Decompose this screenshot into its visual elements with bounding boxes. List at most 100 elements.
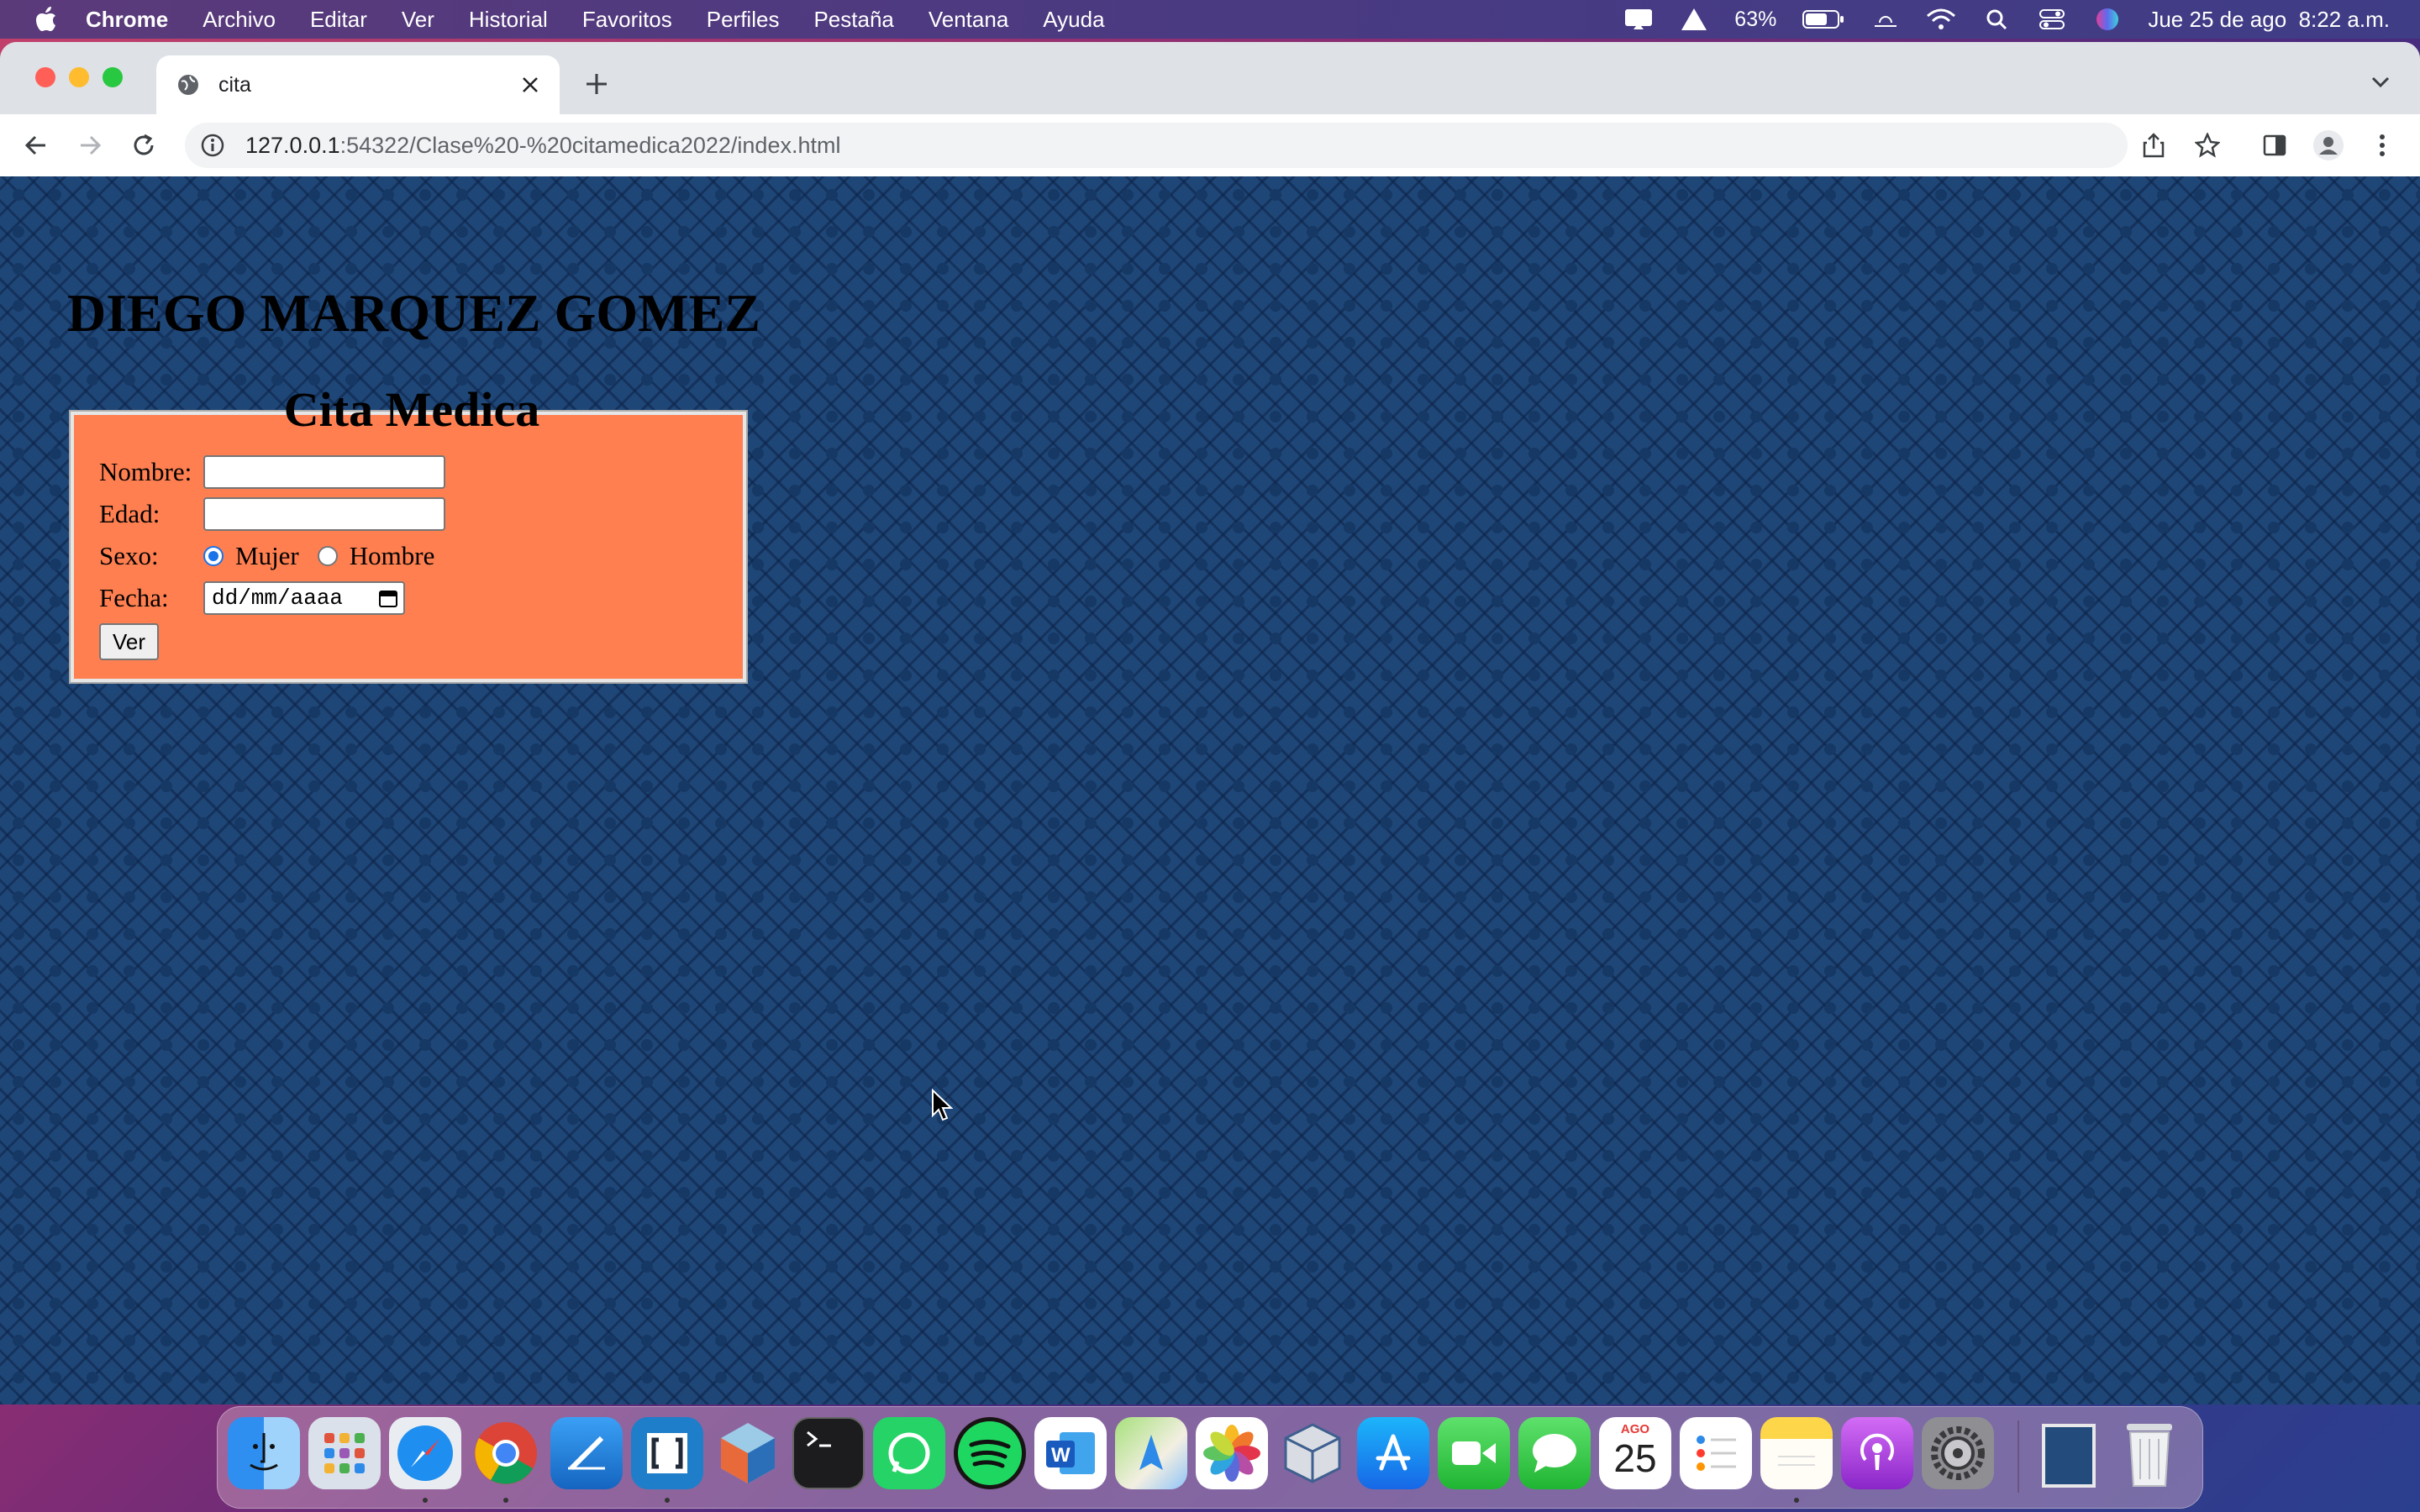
page-heading: DIEGO MARQUEZ GOMEZ <box>67 283 760 343</box>
cita-form-fieldset: Cita Medica Nombre: Edad: Sexo: Mujer Ho… <box>69 382 748 684</box>
spotify-icon[interactable] <box>954 1417 1026 1489</box>
photos-icon[interactable] <box>1196 1417 1268 1489</box>
trash-icon[interactable] <box>2113 1417 2186 1489</box>
edad-label: Edad: <box>99 499 160 528</box>
drive-icon[interactable] <box>1679 7 1709 32</box>
edad-row: Edad: <box>99 497 445 531</box>
xcode-icon[interactable] <box>550 1417 623 1489</box>
terminal-icon[interactable] <box>792 1417 865 1489</box>
brackets-icon[interactable] <box>631 1417 703 1489</box>
chrome-menu-icon[interactable] <box>2365 128 2400 163</box>
whatsapp-icon[interactable] <box>873 1417 945 1489</box>
tab-close-icon[interactable] <box>518 72 543 97</box>
share-icon[interactable] <box>2136 128 2171 163</box>
menu-ver[interactable]: Ver <box>402 7 434 33</box>
battery-icon[interactable] <box>1802 7 1845 32</box>
submit-row: Ver <box>99 623 160 660</box>
bookmark-star-icon[interactable] <box>2190 128 2225 163</box>
launchpad-icon[interactable] <box>308 1417 381 1489</box>
edad-input[interactable] <box>203 497 445 531</box>
virtualbox-icon[interactable] <box>1276 1417 1349 1489</box>
forward-button[interactable] <box>72 128 108 163</box>
calendar-month: AGO <box>1620 1422 1650 1436</box>
menu-bar: Chrome Archivo Editar Ver Historial Favo… <box>0 0 2420 39</box>
tab-title: cita <box>218 72 251 97</box>
netbeans-icon[interactable] <box>712 1417 784 1489</box>
mujer-radio[interactable] <box>203 546 224 566</box>
finder-icon[interactable] <box>228 1417 300 1489</box>
tab-search-chevron-icon[interactable] <box>2370 71 2395 96</box>
browser-window: cita 127.0.0.1:54322/Clase%20-%20citamed… <box>0 42 2420 1404</box>
notes-icon[interactable] <box>1760 1417 1833 1489</box>
menu-pestana[interactable]: Pestaña <box>813 7 893 33</box>
notes-running-indicator <box>1794 1498 1799 1503</box>
calendar-picker-icon[interactable] <box>378 588 398 608</box>
wifi-icon[interactable] <box>1926 7 1956 32</box>
siri-icon[interactable] <box>2092 7 2123 32</box>
screen-mirroring-icon[interactable] <box>1623 7 1654 32</box>
night-shift-icon[interactable] <box>1870 7 1901 32</box>
brackets-running-indicator <box>665 1498 670 1503</box>
nombre-label: Nombre: <box>99 457 192 486</box>
app-store-icon[interactable] <box>1357 1417 1429 1489</box>
downloads-folder-icon[interactable] <box>2033 1417 2105 1489</box>
hombre-radio[interactable] <box>317 546 338 566</box>
window-close-button[interactable] <box>35 67 55 87</box>
messages-icon[interactable] <box>1518 1417 1591 1489</box>
menu-historial[interactable]: Historial <box>469 7 548 33</box>
fecha-label: Fecha: <box>99 583 169 612</box>
reload-button[interactable] <box>126 128 161 163</box>
sexo-label: Sexo: <box>99 541 159 570</box>
podcasts-icon[interactable] <box>1841 1417 1913 1489</box>
clock-datetime[interactable]: Jue 25 de ago 8:22 a.m. <box>2148 7 2390 33</box>
tab-cita[interactable]: cita <box>156 55 560 114</box>
spotlight-search-icon[interactable] <box>1981 7 2012 32</box>
menu-archivo[interactable]: Archivo <box>203 7 276 33</box>
web-page-content: DIEGO MARQUEZ GOMEZ Cita Medica Nombre: … <box>0 176 2420 1404</box>
menu-ventana[interactable]: Ventana <box>929 7 1008 33</box>
safari-icon[interactable] <box>389 1417 461 1489</box>
dock-separator <box>2018 1420 2019 1493</box>
safari-running-indicator <box>423 1498 428 1503</box>
browser-toolbar: 127.0.0.1:54322/Clase%20-%20citamedica20… <box>0 114 2420 176</box>
system-preferences-icon[interactable] <box>1922 1417 1994 1489</box>
url-path: :54322/Clase%20-%20citamedica2022/index.… <box>339 132 841 158</box>
apple-menu-icon[interactable] <box>32 5 60 34</box>
dock: W AGO 25 <box>217 1406 2203 1509</box>
maps-icon[interactable] <box>1115 1417 1187 1489</box>
menu-ayuda[interactable]: Ayuda <box>1043 7 1104 33</box>
battery-percent: 63% <box>1734 7 1777 31</box>
reminders-icon[interactable] <box>1680 1417 1752 1489</box>
menu-favoritos[interactable]: Favoritos <box>582 7 672 33</box>
facetime-icon[interactable] <box>1438 1417 1510 1489</box>
control-center-icon[interactable] <box>2037 7 2067 32</box>
svg-text:W: W <box>1051 1444 1071 1467</box>
chrome-icon[interactable] <box>470 1417 542 1489</box>
profile-avatar-icon[interactable] <box>2311 128 2346 163</box>
nombre-input[interactable] <box>203 455 445 489</box>
menu-app-name[interactable]: Chrome <box>86 7 168 33</box>
site-info-icon[interactable] <box>200 133 225 158</box>
chrome-running-indicator <box>503 1498 508 1503</box>
nombre-row: Nombre: <box>99 455 445 489</box>
mujer-option-label[interactable]: Mujer <box>235 541 299 571</box>
side-panel-icon[interactable] <box>2257 128 2292 163</box>
menu-perfiles[interactable]: Perfiles <box>707 7 780 33</box>
fecha-row: Fecha: dd/mm/aaaa <box>99 581 405 615</box>
new-tab-button[interactable] <box>580 67 613 101</box>
menu-editar[interactable]: Editar <box>310 7 367 33</box>
tab-strip: cita <box>0 42 2420 114</box>
window-zoom-button[interactable] <box>103 67 123 87</box>
microsoft-word-icon[interactable]: W <box>1034 1417 1107 1489</box>
address-bar[interactable]: 127.0.0.1:54322/Clase%20-%20citamedica20… <box>185 123 2128 168</box>
back-button[interactable] <box>18 128 54 163</box>
calendar-icon[interactable]: AGO 25 <box>1599 1417 1671 1489</box>
ver-button[interactable]: Ver <box>99 623 160 660</box>
url-text: 127.0.0.1:54322/Clase%20-%20citamedica20… <box>245 133 840 159</box>
url-host: 127.0.0.1 <box>245 132 340 158</box>
fecha-date-input[interactable]: dd/mm/aaaa <box>203 581 405 615</box>
sexo-row: Sexo: Mujer Hombre <box>99 541 434 571</box>
window-minimize-button[interactable] <box>69 67 89 87</box>
hombre-option-label[interactable]: Hombre <box>350 541 435 571</box>
calendar-day: 25 <box>1613 1436 1657 1480</box>
